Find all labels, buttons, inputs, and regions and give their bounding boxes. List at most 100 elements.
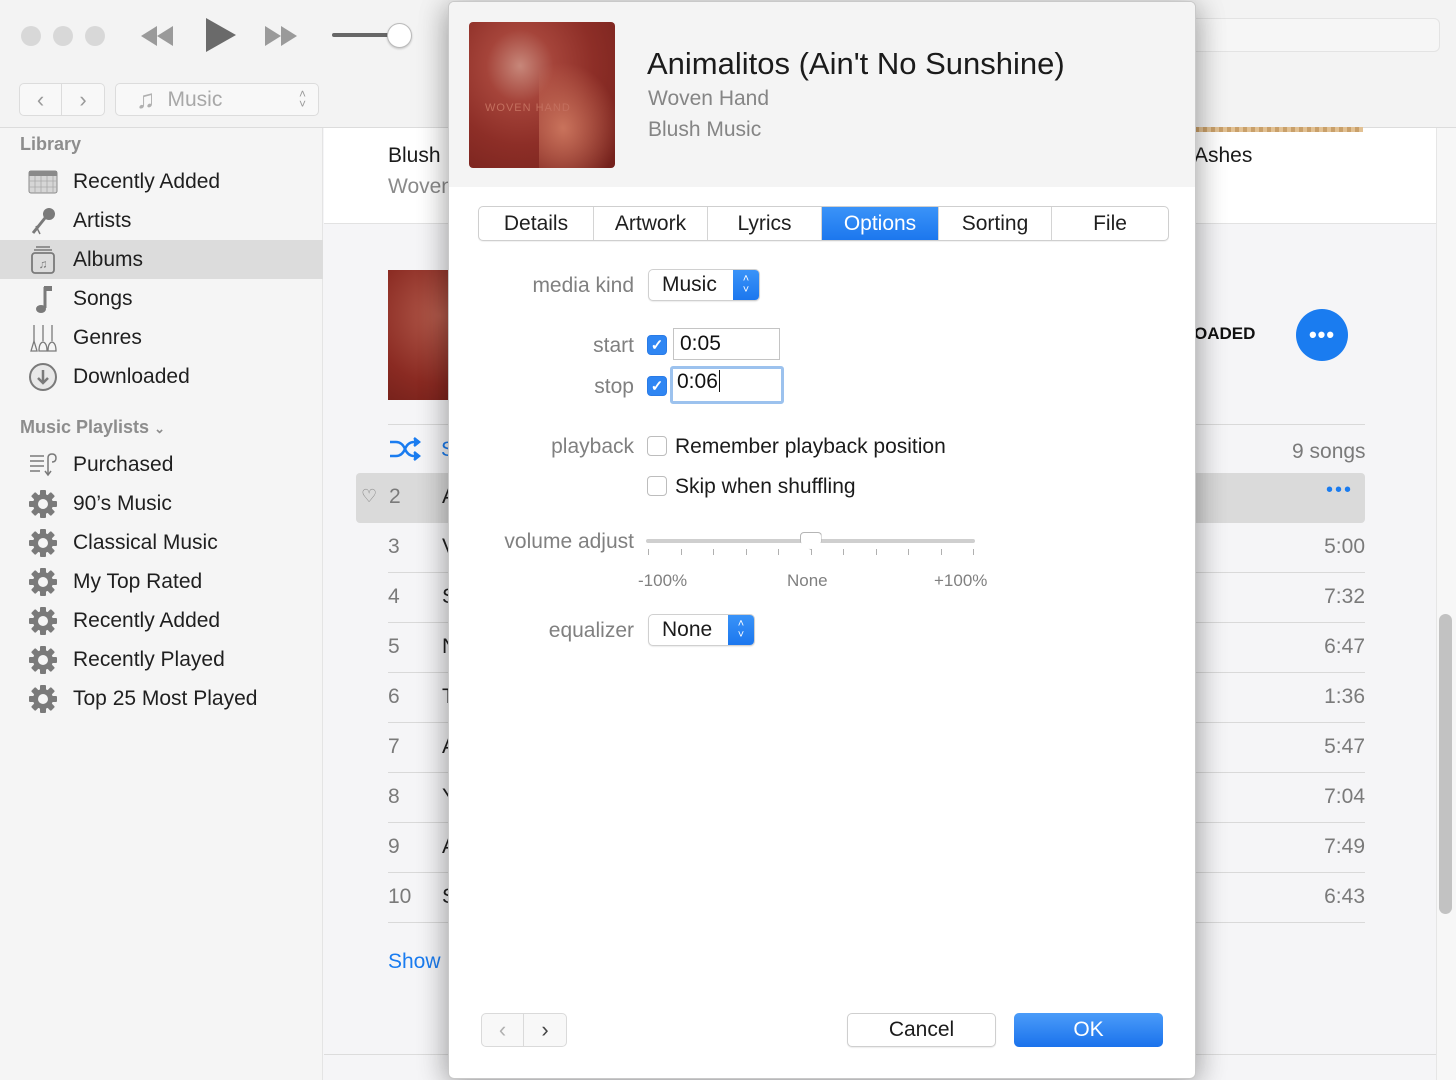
gear-icon	[28, 528, 58, 558]
track-number: 2	[389, 485, 401, 508]
start-checkbox[interactable]: ✓	[647, 335, 667, 355]
sidebar-item-playlist[interactable]: Classical Music	[0, 523, 323, 562]
sidebar-item-artists[interactable]: Artists	[0, 201, 323, 240]
up-down-arrows-icon: ˄ ˅	[298, 87, 306, 111]
sidebar-item-label: 90’s Music	[73, 491, 172, 515]
shuffle-button[interactable]	[388, 436, 422, 467]
heart-icon[interactable]: ♡	[361, 486, 377, 507]
tab-details[interactable]: Details	[479, 207, 594, 240]
sidebar-item-playlist[interactable]: Recently Added	[0, 601, 323, 640]
rewind-button[interactable]	[138, 20, 176, 52]
sidebar-item-genres[interactable]: Genres	[0, 318, 323, 357]
sidebar-item-label: Classical Music	[73, 530, 218, 554]
ok-button[interactable]: OK	[1014, 1013, 1163, 1047]
fast-forward-button[interactable]	[262, 20, 300, 52]
slider-tick	[648, 549, 649, 555]
track-more-icon[interactable]: •••	[1326, 479, 1353, 502]
equalizer-select[interactable]: None ˄ ˅	[648, 614, 755, 646]
back-button[interactable]: ‹	[19, 83, 62, 116]
skip-shuffle-checkbox[interactable]	[647, 476, 667, 496]
slider-tick	[875, 549, 877, 555]
start-time-value: 0:05	[680, 332, 721, 355]
remember-position-checkbox[interactable]	[647, 436, 667, 456]
next-song-button[interactable]: ›	[524, 1013, 567, 1047]
album-more-button[interactable]: •••	[1296, 309, 1348, 361]
forward-button[interactable]: ›	[62, 83, 105, 116]
album-strip-artist[interactable]: Woven	[388, 175, 453, 199]
media-kind-select[interactable]: Music ˄ ˅	[648, 269, 760, 301]
media-kind-label: media kind	[532, 274, 634, 297]
album-strip-title-right[interactable]: Ashes	[1194, 144, 1252, 168]
microphone-icon	[28, 206, 58, 236]
scrollbar[interactable]	[1436, 128, 1456, 1080]
sidebar-item-label: Purchased	[73, 452, 174, 476]
album-stack-icon: ♫	[28, 245, 58, 275]
slider-tick	[778, 549, 779, 555]
start-label: start	[593, 334, 634, 357]
volume-adjust-label: volume adjust	[504, 530, 634, 553]
scrollbar-thumb[interactable]	[1439, 614, 1452, 914]
sidebar-item-label: Albums	[73, 247, 144, 271]
sidebar-item-albums[interactable]: ♫ Albums	[0, 240, 323, 279]
music-note-icon	[28, 284, 58, 314]
slider-tick	[680, 549, 682, 555]
track-duration: 7:04	[1324, 785, 1365, 808]
play-button[interactable]	[200, 14, 240, 56]
music-note-icon: ♫	[136, 84, 156, 114]
song-info-dialog: WOVEN HAND Animalitos (Ain't No Sunshine…	[448, 1, 1196, 1079]
library-header: Library	[20, 134, 82, 154]
sidebar-item-purchased[interactable]: Purchased	[0, 445, 323, 484]
song-artist: Woven Hand	[648, 87, 770, 110]
chevron-right-icon: ›	[79, 86, 87, 112]
tab-artwork[interactable]: Artwork	[594, 207, 708, 240]
tab-options[interactable]: Options	[822, 207, 939, 240]
play-icon	[206, 18, 236, 52]
gear-icon	[28, 567, 58, 597]
track-duration: 7:49	[1324, 835, 1365, 858]
sidebar-item-playlist[interactable]: Recently Played	[0, 640, 323, 679]
sidebar-item-playlist[interactable]: Top 25 Most Played	[0, 679, 323, 718]
stop-checkbox[interactable]: ✓	[647, 376, 667, 396]
sidebar-item-playlist[interactable]: My Top Rated	[0, 562, 323, 601]
start-time-input[interactable]: 0:05	[673, 328, 780, 360]
stop-time-input[interactable]: 0:06	[670, 366, 784, 404]
track-duration: 5:00	[1324, 535, 1365, 558]
sidebar-item-songs[interactable]: Songs	[0, 279, 323, 318]
sidebar-item-downloaded[interactable]: Downloaded	[0, 357, 323, 396]
album-strip-title[interactable]: Blush	[388, 144, 441, 168]
up-down-arrows-icon: ˄ ˅	[728, 615, 754, 645]
remember-position-label[interactable]: Remember playback position	[675, 435, 946, 459]
show-more-link[interactable]: Show	[388, 950, 441, 974]
sidebar-item-label: Recently Played	[73, 647, 225, 671]
guitars-icon	[28, 323, 58, 353]
rewind-icon	[141, 26, 173, 46]
ellipsis-icon: •••	[1308, 322, 1336, 347]
stop-time-value: 0:06	[677, 370, 718, 393]
track-number: 7	[388, 735, 400, 758]
previous-song-button[interactable]: ‹	[481, 1013, 524, 1047]
skip-shuffle-label[interactable]: Skip when shuffling	[675, 475, 856, 499]
slider-tick	[713, 549, 714, 555]
checkmark-icon: ✓	[650, 337, 664, 354]
minimize-window-button[interactable]	[53, 26, 73, 46]
tab-lyrics[interactable]: Lyrics	[708, 207, 822, 240]
tab-sorting[interactable]: Sorting	[939, 207, 1052, 240]
equalizer-label: equalizer	[548, 619, 634, 642]
zoom-window-button[interactable]	[85, 26, 105, 46]
media-type-label: Music	[167, 87, 223, 111]
track-duration: 1:36	[1324, 685, 1365, 708]
sidebar-item-label: Genres	[73, 325, 142, 349]
media-type-selector[interactable]: ♫ Music ˄ ˅	[115, 83, 319, 116]
sidebar-item-recently-added[interactable]: Recently Added	[0, 162, 323, 201]
checkmark-icon: ✓	[650, 378, 664, 395]
sidebar-item-playlist[interactable]: 90’s Music	[0, 484, 323, 523]
sidebar: Library Recently Added Artists ♫ Albums …	[0, 128, 323, 1080]
chevron-down-icon: ⌄	[154, 421, 165, 436]
tab-file[interactable]: File	[1052, 207, 1168, 240]
cancel-button[interactable]: Cancel	[847, 1013, 996, 1047]
music-playlists-header[interactable]: Music Playlists ⌄	[20, 417, 165, 438]
track-duration: 6:43	[1324, 885, 1365, 908]
volume-adjust-thumb[interactable]	[799, 532, 822, 550]
volume-slider-knob[interactable]	[387, 23, 412, 48]
close-window-button[interactable]	[21, 26, 41, 46]
